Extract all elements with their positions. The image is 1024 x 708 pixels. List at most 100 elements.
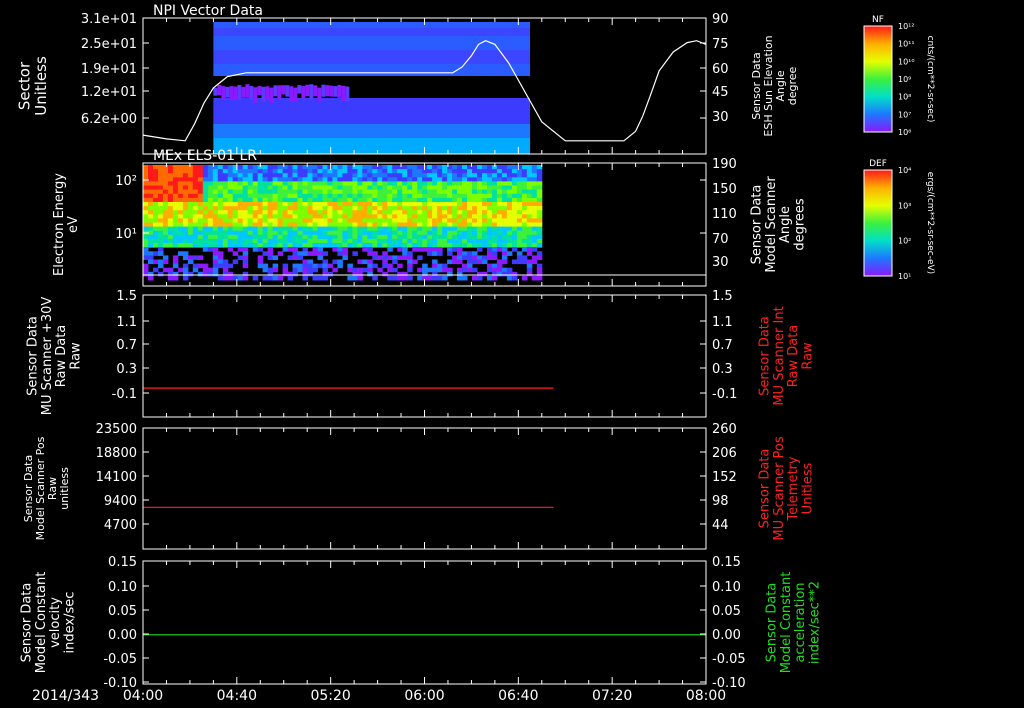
energy-cell [312, 185, 318, 191]
energy-cell [496, 271, 503, 277]
energy-cell [482, 271, 488, 277]
energy-cell [511, 177, 518, 182]
energy-cell [442, 226, 448, 232]
energy-cell [322, 210, 328, 215]
energy-cell [332, 247, 338, 252]
panel-4: 235001880014100940047002602061529844Sens… [22, 422, 815, 550]
energy-cell [302, 218, 308, 223]
energy-cell [382, 185, 388, 191]
energy-cell [292, 202, 298, 207]
energy-cell [422, 185, 428, 191]
energy-cell [322, 230, 328, 236]
energy-cell [307, 197, 313, 203]
energy-cell [487, 222, 493, 228]
y2-tick-label: -0.05 [712, 652, 746, 667]
energy-cell [312, 226, 318, 232]
energy-cell [282, 226, 289, 232]
energy-cell [487, 243, 493, 248]
energy-cell [387, 218, 393, 223]
energy-cell [332, 222, 338, 228]
energy-cell [302, 271, 308, 277]
energy-cell [252, 173, 259, 178]
energy-cell [257, 255, 264, 260]
y-tick-label: 0.7 [116, 338, 137, 353]
energy-cell [267, 218, 274, 223]
energy-cell [227, 169, 234, 174]
energy-cell [382, 238, 388, 244]
energy-cell [192, 234, 199, 240]
energy-cell [437, 238, 443, 244]
energy-cell [227, 271, 234, 277]
energy-cell [322, 234, 328, 240]
energy-cell [192, 255, 199, 260]
energy-cell [432, 173, 438, 178]
energy-cell [501, 173, 508, 178]
energy-cell [292, 226, 298, 232]
energy-cell [427, 210, 433, 215]
energy-cell [227, 226, 234, 232]
energy-cell [222, 202, 229, 207]
energy-cell [531, 193, 538, 199]
energy-cell [342, 177, 348, 182]
energy-cell [162, 173, 169, 178]
energy-cell [158, 181, 164, 186]
energy-cell [452, 230, 458, 236]
energy-cell [153, 259, 159, 265]
energy-cell [282, 267, 289, 273]
energy-cell [467, 255, 473, 260]
energy-cell [317, 181, 323, 186]
energy-cell [412, 238, 418, 244]
energy-cell [262, 210, 269, 215]
energy-cell [482, 243, 488, 248]
energy-cell [272, 177, 279, 182]
y2-tick-label: 44 [712, 518, 729, 533]
energy-cell [506, 218, 513, 223]
energy-cell [302, 243, 308, 248]
energy-cell [332, 197, 338, 203]
energy-cell [153, 238, 159, 244]
energy-cell [257, 189, 264, 195]
energy-cell [511, 185, 518, 191]
vector-cell [313, 85, 318, 97]
energy-cell [467, 226, 473, 232]
vector-cell [261, 86, 266, 103]
y-axis-label: Electron EnergyeV [52, 173, 81, 276]
energy-cell [148, 222, 154, 228]
energy-cell [397, 218, 403, 223]
energy-cell [297, 193, 303, 199]
energy-cell [462, 197, 468, 203]
energy-cell [148, 214, 154, 219]
x-tick-label: 07:20 [592, 688, 632, 704]
energy-cell [287, 271, 294, 277]
energy-cell [212, 177, 219, 182]
energy-cell [536, 218, 543, 223]
energy-cell [257, 218, 264, 223]
energy-cell [487, 197, 493, 203]
energy-cell [312, 169, 318, 174]
y2-tick-label: 30 [712, 110, 729, 125]
energy-cell [462, 189, 468, 195]
energy-cell [526, 210, 533, 215]
energy-cell [222, 177, 229, 182]
energy-cell [511, 243, 518, 248]
energy-cell [526, 197, 533, 203]
energy-cell [432, 181, 438, 186]
vector-cell [241, 86, 246, 98]
energy-cell [472, 177, 478, 182]
energy-cell [143, 193, 149, 199]
energy-cell [422, 173, 428, 178]
energy-cell [487, 173, 493, 178]
energy-cell [342, 173, 348, 178]
energy-cell [521, 189, 528, 195]
energy-cell [467, 189, 473, 195]
energy-cell [272, 165, 279, 170]
energy-cell [491, 218, 498, 223]
energy-cell [277, 193, 284, 199]
energy-cell [297, 267, 303, 273]
energy-cell [397, 169, 403, 174]
energy-cell [531, 202, 538, 207]
energy-cell [482, 165, 488, 170]
energy-cell [143, 181, 149, 186]
energy-cell [272, 173, 279, 178]
energy-cell [202, 234, 209, 240]
